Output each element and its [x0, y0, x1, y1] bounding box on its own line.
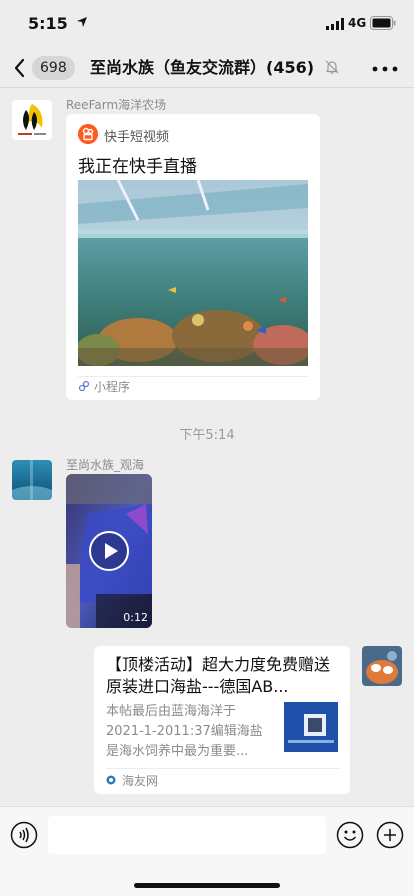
avatar-self[interactable] [362, 646, 402, 686]
video-message[interactable]: 0:12 [66, 474, 152, 628]
article-thumbnail [284, 702, 338, 752]
mini-program-app-name: 快手短视频 [104, 130, 170, 145]
mini-program-icon [78, 380, 90, 392]
mute-bell-icon [325, 60, 339, 74]
signal-icon [326, 18, 344, 30]
card-divider [78, 376, 308, 377]
add-icon[interactable] [376, 821, 404, 849]
mini-program-card[interactable]: 快手短视频 我正在快手直播 小程序 [66, 114, 320, 400]
emoji-icon[interactable] [336, 821, 364, 849]
card-divider [106, 768, 340, 769]
kuaishou-icon [78, 124, 98, 144]
source-icon [106, 775, 116, 785]
more-icon[interactable] [372, 66, 398, 72]
avatar-image [362, 646, 402, 686]
back-chevron-icon[interactable] [12, 57, 28, 79]
mini-program-title: 我正在快手直播 [78, 157, 197, 177]
article-description: 本帖最后由蓝海海洋于 2021-1-2011:37编辑海盐是海水饲养中最为重要.… [106, 704, 263, 759]
sender-name: ReeFarm海洋农场 [66, 98, 167, 112]
location-arrow-icon [77, 17, 87, 27]
message-input[interactable] [48, 816, 326, 854]
play-icon[interactable] [88, 530, 130, 572]
avatar-image [12, 460, 52, 500]
reefarm-logo-icon [12, 100, 52, 140]
avatar-guanhai[interactable] [12, 460, 52, 500]
home-indicator [134, 883, 280, 888]
nav-bar: 698 至尚水族（鱼友交流群）(456) [0, 48, 414, 88]
network-type: 4G [348, 16, 367, 30]
video-duration: 0:12 [123, 611, 148, 624]
voice-icon[interactable] [10, 821, 38, 849]
chat-title[interactable]: 至尚水族（鱼友交流群）(456) [90, 56, 330, 80]
sender-name: 至尚水族_观海 [66, 458, 145, 472]
chat-input-bar [0, 806, 414, 896]
status-time: 5:15 [28, 14, 68, 33]
article-source: 海友网 [122, 774, 159, 788]
status-bar: 5:15 4G [0, 0, 414, 48]
aquarium-cover-image [78, 180, 308, 366]
message-timestamp: 下午5:14 [179, 428, 235, 443]
avatar-reefarm[interactable] [12, 100, 52, 140]
unread-count-badge[interactable]: 698 [32, 56, 75, 80]
article-title: 【顶楼活动】超大力度免费赠送原装进口海盐---德国AB... [106, 655, 331, 696]
mini-program-label: 小程序 [94, 380, 131, 394]
article-link-card[interactable]: 【顶楼活动】超大力度免费赠送原装进口海盐---德国AB... 本帖最后由蓝海海洋… [94, 646, 350, 794]
battery-icon [370, 16, 396, 30]
